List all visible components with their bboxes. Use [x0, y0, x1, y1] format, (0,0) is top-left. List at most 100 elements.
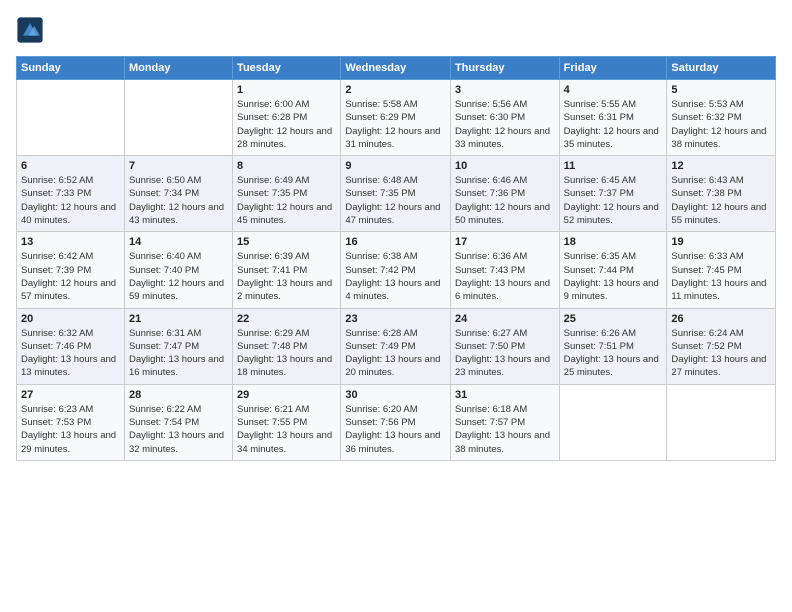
day-number: 28: [129, 389, 228, 401]
day-header-thursday: Thursday: [450, 57, 559, 80]
day-number: 12: [671, 160, 771, 172]
day-number: 25: [564, 313, 663, 325]
day-number: 20: [21, 313, 120, 325]
day-number: 7: [129, 160, 228, 172]
cell-content: Sunrise: 6:43 AMSunset: 7:38 PMDaylight:…: [671, 174, 771, 227]
cell-content: Sunrise: 6:22 AMSunset: 7:54 PMDaylight:…: [129, 403, 228, 456]
day-number: 26: [671, 313, 771, 325]
calendar-cell: 25 Sunrise: 6:26 AMSunset: 7:51 PMDayligh…: [559, 308, 667, 384]
cell-content: Sunrise: 6:31 AMSunset: 7:47 PMDaylight:…: [129, 327, 228, 380]
day-number: 1: [237, 84, 336, 96]
calendar-cell: 3 Sunrise: 5:56 AMSunset: 6:30 PMDaylight…: [450, 80, 559, 156]
cell-content: Sunrise: 6:45 AMSunset: 7:37 PMDaylight:…: [564, 174, 663, 227]
cell-content: Sunrise: 6:27 AMSunset: 7:50 PMDaylight:…: [455, 327, 555, 380]
logo: [16, 16, 48, 44]
calendar-cell: 18 Sunrise: 6:35 AMSunset: 7:44 PMDayligh…: [559, 232, 667, 308]
day-number: 8: [237, 160, 336, 172]
calendar-cell: 5 Sunrise: 5:53 AMSunset: 6:32 PMDaylight…: [667, 80, 776, 156]
logo-icon: [16, 16, 44, 44]
cell-content: Sunrise: 6:24 AMSunset: 7:52 PMDaylight:…: [671, 327, 771, 380]
day-number: 29: [237, 389, 336, 401]
calendar-cell: 29 Sunrise: 6:21 AMSunset: 7:55 PMDayligh…: [233, 384, 341, 460]
calendar-cell: 12 Sunrise: 6:43 AMSunset: 7:38 PMDayligh…: [667, 156, 776, 232]
day-number: 19: [671, 236, 771, 248]
calendar-cell: 30 Sunrise: 6:20 AMSunset: 7:56 PMDayligh…: [341, 384, 451, 460]
calendar-cell: 4 Sunrise: 5:55 AMSunset: 6:31 PMDaylight…: [559, 80, 667, 156]
day-number: 31: [455, 389, 555, 401]
cell-content: Sunrise: 5:53 AMSunset: 6:32 PMDaylight:…: [671, 98, 771, 151]
cell-content: Sunrise: 6:18 AMSunset: 7:57 PMDaylight:…: [455, 403, 555, 456]
calendar-week-3: 13 Sunrise: 6:42 AMSunset: 7:39 PMDayligh…: [17, 232, 776, 308]
calendar-cell: 11 Sunrise: 6:45 AMSunset: 7:37 PMDayligh…: [559, 156, 667, 232]
calendar-cell: 15 Sunrise: 6:39 AMSunset: 7:41 PMDayligh…: [233, 232, 341, 308]
cell-content: Sunrise: 5:56 AMSunset: 6:30 PMDaylight:…: [455, 98, 555, 151]
cell-content: Sunrise: 6:33 AMSunset: 7:45 PMDaylight:…: [671, 250, 771, 303]
cell-content: Sunrise: 6:20 AMSunset: 7:56 PMDaylight:…: [345, 403, 446, 456]
day-number: 15: [237, 236, 336, 248]
day-number: 3: [455, 84, 555, 96]
calendar-cell: 19 Sunrise: 6:33 AMSunset: 7:45 PMDayligh…: [667, 232, 776, 308]
cell-content: Sunrise: 6:49 AMSunset: 7:35 PMDaylight:…: [237, 174, 336, 227]
day-number: 21: [129, 313, 228, 325]
day-header-tuesday: Tuesday: [233, 57, 341, 80]
day-header-wednesday: Wednesday: [341, 57, 451, 80]
cell-content: Sunrise: 6:21 AMSunset: 7:55 PMDaylight:…: [237, 403, 336, 456]
day-number: 13: [21, 236, 120, 248]
day-number: 23: [345, 313, 446, 325]
calendar-cell: 22 Sunrise: 6:29 AMSunset: 7:48 PMDayligh…: [233, 308, 341, 384]
day-number: 5: [671, 84, 771, 96]
calendar-cell: [17, 80, 125, 156]
day-number: 14: [129, 236, 228, 248]
calendar-cell: 31 Sunrise: 6:18 AMSunset: 7:57 PMDayligh…: [450, 384, 559, 460]
cell-content: Sunrise: 6:40 AMSunset: 7:40 PMDaylight:…: [129, 250, 228, 303]
day-number: 18: [564, 236, 663, 248]
calendar-cell: 10 Sunrise: 6:46 AMSunset: 7:36 PMDayligh…: [450, 156, 559, 232]
calendar-cell: 28 Sunrise: 6:22 AMSunset: 7:54 PMDayligh…: [124, 384, 232, 460]
day-number: 24: [455, 313, 555, 325]
calendar-cell: 6Sunrise: 6:52 AMSunset: 7:33 PMDaylight…: [17, 156, 125, 232]
day-number: 27: [21, 389, 120, 401]
cell-content: Sunrise: 6:42 AMSunset: 7:39 PMDaylight:…: [21, 250, 120, 303]
cell-content: Sunrise: 6:29 AMSunset: 7:48 PMDaylight:…: [237, 327, 336, 380]
calendar-cell: [559, 384, 667, 460]
calendar-cell: 21 Sunrise: 6:31 AMSunset: 7:47 PMDayligh…: [124, 308, 232, 384]
calendar-cell: 14 Sunrise: 6:40 AMSunset: 7:40 PMDayligh…: [124, 232, 232, 308]
day-number: 17: [455, 236, 555, 248]
calendar-week-1: 1Sunrise: 6:00 AMSunset: 6:28 PMDaylight…: [17, 80, 776, 156]
calendar-table: SundayMondayTuesdayWednesdayThursdayFrid…: [16, 56, 776, 461]
calendar-cell: 16 Sunrise: 6:38 AMSunset: 7:42 PMDayligh…: [341, 232, 451, 308]
cell-content: Sunrise: 6:39 AMSunset: 7:41 PMDaylight:…: [237, 250, 336, 303]
day-number: 9: [345, 160, 446, 172]
cell-content: Sunrise: 6:48 AMSunset: 7:35 PMDaylight:…: [345, 174, 446, 227]
cell-content: Sunrise: 5:55 AMSunset: 6:31 PMDaylight:…: [564, 98, 663, 151]
cell-content: Sunrise: 6:46 AMSunset: 7:36 PMDaylight:…: [455, 174, 555, 227]
calendar-cell: 2Sunrise: 5:58 AMSunset: 6:29 PMDaylight…: [341, 80, 451, 156]
day-number: 11: [564, 160, 663, 172]
calendar-cell: [667, 384, 776, 460]
cell-content: Sunrise: 6:50 AMSunset: 7:34 PMDaylight:…: [129, 174, 228, 227]
cell-content: Sunrise: 6:35 AMSunset: 7:44 PMDaylight:…: [564, 250, 663, 303]
calendar-cell: 20Sunrise: 6:32 AMSunset: 7:46 PMDayligh…: [17, 308, 125, 384]
cell-content: Sunrise: 6:23 AMSunset: 7:53 PMDaylight:…: [21, 403, 120, 456]
calendar-week-2: 6Sunrise: 6:52 AMSunset: 7:33 PMDaylight…: [17, 156, 776, 232]
day-number: 16: [345, 236, 446, 248]
calendar-cell: 1Sunrise: 6:00 AMSunset: 6:28 PMDaylight…: [233, 80, 341, 156]
day-number: 30: [345, 389, 446, 401]
cell-content: Sunrise: 6:36 AMSunset: 7:43 PMDaylight:…: [455, 250, 555, 303]
day-header-monday: Monday: [124, 57, 232, 80]
calendar-cell: 24 Sunrise: 6:27 AMSunset: 7:50 PMDayligh…: [450, 308, 559, 384]
day-number: 10: [455, 160, 555, 172]
cell-content: Sunrise: 6:38 AMSunset: 7:42 PMDaylight:…: [345, 250, 446, 303]
cell-content: Sunrise: 6:52 AMSunset: 7:33 PMDaylight:…: [21, 174, 120, 227]
calendar-cell: [124, 80, 232, 156]
day-header-friday: Friday: [559, 57, 667, 80]
page-header: [16, 16, 776, 44]
day-header-saturday: Saturday: [667, 57, 776, 80]
day-header-sunday: Sunday: [17, 57, 125, 80]
calendar-cell: 27 Sunrise: 6:23 AMSunset: 7:53 PMDayligh…: [17, 384, 125, 460]
calendar-cell: 23 Sunrise: 6:28 AMSunset: 7:49 PMDayligh…: [341, 308, 451, 384]
day-number: 4: [564, 84, 663, 96]
cell-content: Sunrise: 6:28 AMSunset: 7:49 PMDaylight:…: [345, 327, 446, 380]
day-number: 22: [237, 313, 336, 325]
cell-content: Sunrise: 6:26 AMSunset: 7:51 PMDaylight:…: [564, 327, 663, 380]
